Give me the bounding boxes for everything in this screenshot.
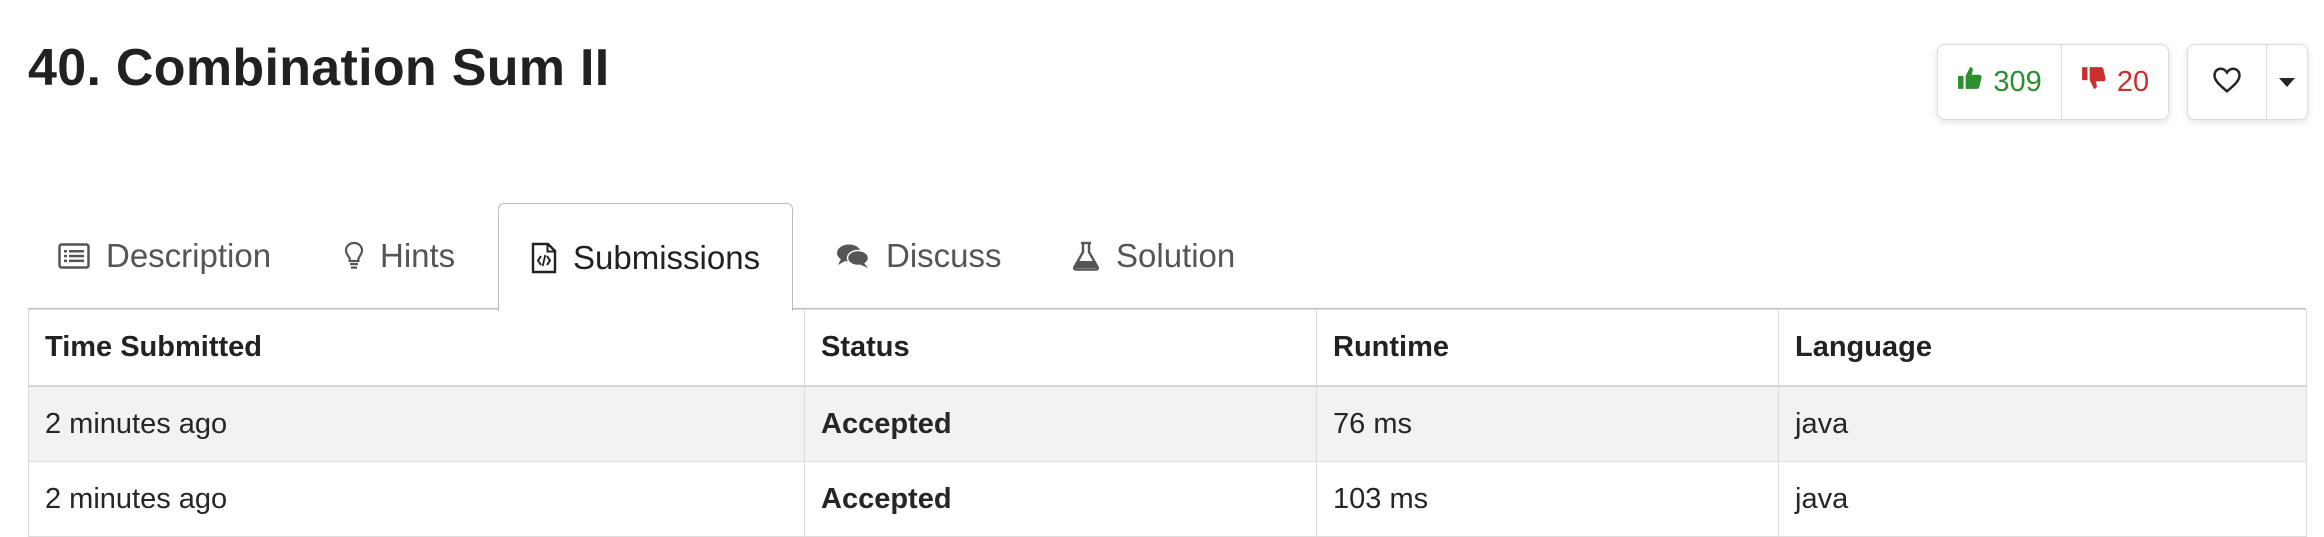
page-title: 40. Combination Sum II (28, 39, 610, 97)
column-header-language: Language (1778, 309, 2307, 387)
dislike-count: 20 (2116, 65, 2150, 98)
runtime-cell: 76 ms (1316, 385, 1779, 462)
problem-tabs: Description Hints Submissions Discuss So… (28, 203, 2306, 311)
table-row: 2 minutes ago Accepted 76 ms java (28, 385, 2307, 462)
status-link[interactable]: Accepted (804, 385, 1317, 462)
caret-down-icon (2279, 77, 2295, 87)
code-file-icon (531, 242, 557, 274)
column-header-status: Status (804, 309, 1317, 387)
favorite-button[interactable] (2188, 45, 2267, 119)
tab-discuss[interactable]: Discuss (836, 203, 1002, 309)
language-cell: java (1778, 461, 2307, 537)
lightbulb-icon (344, 241, 364, 271)
tab-label: Description (106, 237, 272, 274)
heart-icon (2212, 66, 2242, 99)
tab-description[interactable]: Description (58, 203, 271, 309)
favorite-dropdown[interactable] (2267, 45, 2307, 119)
tab-label: Hints (380, 237, 456, 274)
table-row: 2 minutes ago Accepted 103 ms java (28, 461, 2307, 537)
like-button[interactable]: 309 (1938, 45, 2062, 119)
column-header-runtime: Runtime (1316, 309, 1779, 387)
status-link[interactable]: Accepted (804, 461, 1317, 537)
tab-label: Solution (1116, 237, 1236, 274)
language-cell: java (1778, 385, 2307, 462)
tab-submissions[interactable]: Submissions (498, 203, 794, 311)
time-cell: 2 minutes ago (28, 461, 805, 537)
comments-icon (836, 243, 870, 269)
column-header-time: Time Submitted (28, 309, 805, 387)
vote-group: 309 20 (1937, 44, 2169, 120)
dislike-button[interactable]: 20 (2062, 45, 2168, 119)
tab-label: Discuss (886, 237, 1002, 274)
tab-hints[interactable]: Hints (344, 203, 455, 309)
runtime-cell: 103 ms (1316, 461, 1779, 537)
time-cell: 2 minutes ago (28, 385, 805, 462)
flask-icon (1072, 241, 1100, 271)
favorite-group (2187, 44, 2308, 120)
table-header-row: Time Submitted Status Runtime Language (28, 309, 2307, 387)
tab-solution[interactable]: Solution (1072, 203, 1235, 309)
submissions-table: Time Submitted Status Runtime Language 2… (28, 309, 2307, 537)
thumbs-down-icon (2081, 65, 2107, 99)
thumbs-up-icon (1957, 65, 1983, 99)
like-count: 309 (1993, 65, 2042, 98)
description-icon (58, 243, 90, 269)
tab-label: Submissions (573, 238, 761, 276)
